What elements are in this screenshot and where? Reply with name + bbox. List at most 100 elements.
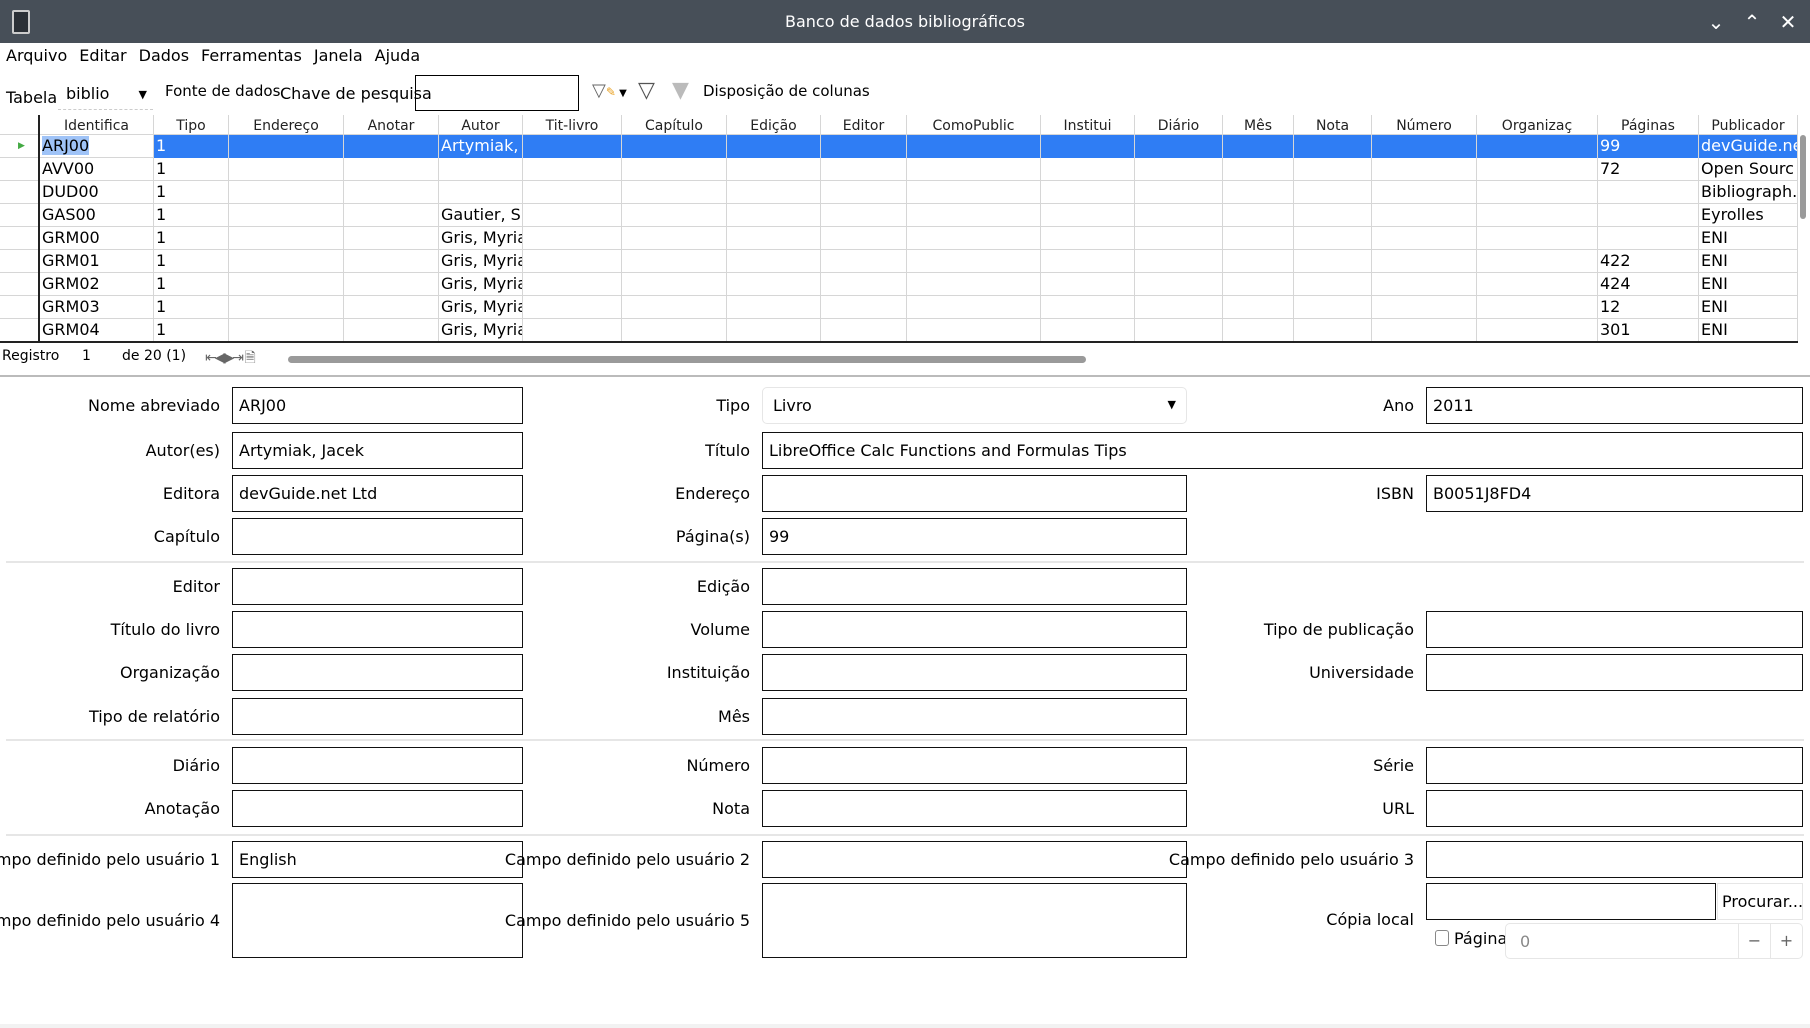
- table-cell[interactable]: devGuide.ne: [1699, 135, 1798, 158]
- table-cell[interactable]: GRM04: [40, 319, 154, 341]
- standard-filter-icon[interactable]: ▽: [638, 78, 655, 103]
- campo-definido-pelo-usuario-2-input[interactable]: [762, 841, 1187, 878]
- table-row[interactable]: GRM02 1 Gris, Myria 424 ENI: [0, 273, 1798, 296]
- table-row[interactable]: DUD00 1 Bibliograph.: [0, 181, 1798, 204]
- row-selector[interactable]: [0, 273, 40, 296]
- column-header[interactable]: Identifica: [40, 115, 154, 135]
- organizacao-input[interactable]: [232, 654, 523, 691]
- table-cell[interactable]: Eyrolles: [1699, 204, 1798, 227]
- table-cell[interactable]: DUD00: [40, 181, 154, 204]
- table-cell[interactable]: [1294, 135, 1372, 158]
- ano-input[interactable]: 2011: [1426, 387, 1803, 424]
- table-cell[interactable]: [229, 273, 344, 296]
- universidade-input[interactable]: [1426, 654, 1803, 691]
- table-cell[interactable]: [622, 319, 727, 341]
- table-cell[interactable]: Gautier, S: [439, 204, 523, 227]
- tipo-select[interactable]: Livro ▼: [762, 387, 1187, 424]
- column-header[interactable]: Páginas: [1598, 115, 1699, 135]
- table-cell[interactable]: 424: [1598, 273, 1699, 296]
- table-cell[interactable]: [1135, 319, 1223, 341]
- table-cell[interactable]: [1477, 319, 1598, 341]
- table-cell[interactable]: [1041, 273, 1135, 296]
- new-record-icon[interactable]: 🗎: [244, 350, 255, 366]
- table-cell[interactable]: GRM01: [40, 250, 154, 273]
- table-cell[interactable]: [821, 158, 907, 181]
- table-cell[interactable]: [344, 135, 439, 158]
- table-cell[interactable]: [1041, 319, 1135, 341]
- editora-input[interactable]: devGuide.net Ltd: [232, 475, 523, 512]
- table-cell[interactable]: [821, 227, 907, 250]
- table-cell[interactable]: [344, 227, 439, 250]
- table-cell[interactable]: [229, 296, 344, 319]
- page-checkbox[interactable]: [1435, 930, 1449, 946]
- table-cell[interactable]: [1294, 158, 1372, 181]
- table-cell[interactable]: [907, 273, 1041, 296]
- numero-input[interactable]: [762, 747, 1187, 784]
- column-header[interactable]: ComoPublic: [907, 115, 1041, 135]
- column-header[interactable]: Editor: [821, 115, 907, 135]
- table-cell[interactable]: [1294, 204, 1372, 227]
- table-cell[interactable]: [229, 135, 344, 158]
- table-cell[interactable]: [821, 273, 907, 296]
- table-cell[interactable]: [727, 319, 821, 341]
- table-cell[interactable]: [229, 181, 344, 204]
- column-header[interactable]: Publicador: [1699, 115, 1798, 135]
- table-cell[interactable]: [622, 158, 727, 181]
- table-cell[interactable]: [439, 158, 523, 181]
- minimize-icon[interactable]: ⌄: [1704, 10, 1728, 34]
- table-cell[interactable]: [622, 204, 727, 227]
- last-record-icon[interactable]: ⇥: [232, 350, 244, 366]
- table-cell[interactable]: [1372, 204, 1477, 227]
- pagina-s-input[interactable]: 99: [762, 518, 1187, 555]
- table-row[interactable]: AVV00 1 72 Open Sourc: [0, 158, 1798, 181]
- maximize-icon[interactable]: ⌃: [1740, 10, 1764, 34]
- table-cell[interactable]: [344, 296, 439, 319]
- table-cell[interactable]: GRM02: [40, 273, 154, 296]
- isbn-input[interactable]: B0051J8FD4: [1426, 475, 1803, 512]
- column-header[interactable]: Endereço: [229, 115, 344, 135]
- column-header[interactable]: Nota: [1294, 115, 1372, 135]
- table-cell[interactable]: [344, 204, 439, 227]
- menu-ferramentas[interactable]: Ferramentas: [201, 46, 302, 65]
- table-cell[interactable]: [344, 158, 439, 181]
- editor-input[interactable]: [232, 568, 523, 605]
- table-cell[interactable]: [907, 227, 1041, 250]
- table-cell[interactable]: [1477, 227, 1598, 250]
- table-cell[interactable]: Gris, Myria: [439, 296, 523, 319]
- row-selector[interactable]: [0, 319, 40, 341]
- table-cell[interactable]: [229, 250, 344, 273]
- row-selector[interactable]: [0, 227, 40, 250]
- table-cell[interactable]: [1223, 250, 1294, 273]
- table-cell[interactable]: [821, 135, 907, 158]
- table-cell[interactable]: 1: [154, 273, 229, 296]
- table-cell[interactable]: [727, 204, 821, 227]
- table-row[interactable]: ▶ ARJ00 1 Artymiak, 99 devGuide.ne: [0, 135, 1798, 158]
- volume-input[interactable]: [762, 611, 1187, 648]
- table-cell[interactable]: [1372, 296, 1477, 319]
- table-row[interactable]: GRM03 1 Gris, Myria 12 ENI: [0, 296, 1798, 319]
- url-input[interactable]: [1426, 790, 1803, 827]
- tipo-de-relatorio-input[interactable]: [232, 698, 523, 735]
- table-cell[interactable]: [1598, 181, 1699, 204]
- table-cell[interactable]: Open Sourc: [1699, 158, 1798, 181]
- table-cell[interactable]: [907, 158, 1041, 181]
- table-cell[interactable]: [1223, 181, 1294, 204]
- column-header[interactable]: Mês: [1223, 115, 1294, 135]
- table-cell[interactable]: [622, 273, 727, 296]
- menu-dados[interactable]: Dados: [139, 46, 189, 65]
- table-row[interactable]: GRM01 1 Gris, Myria 422 ENI: [0, 250, 1798, 273]
- table-cell[interactable]: [727, 273, 821, 296]
- table-cell[interactable]: ENI: [1699, 227, 1798, 250]
- table-cell[interactable]: [1372, 319, 1477, 341]
- table-cell[interactable]: [1223, 135, 1294, 158]
- close-icon[interactable]: ✕: [1776, 10, 1800, 34]
- table-cell[interactable]: [1135, 158, 1223, 181]
- next-record-icon[interactable]: ▶: [224, 350, 235, 366]
- table-cell[interactable]: Gris, Myria: [439, 250, 523, 273]
- table-cell[interactable]: [821, 181, 907, 204]
- table-cell[interactable]: [344, 181, 439, 204]
- table-cell[interactable]: [1041, 181, 1135, 204]
- table-cell[interactable]: [523, 181, 622, 204]
- capitulo-input[interactable]: [232, 518, 523, 555]
- table-cell[interactable]: [1477, 204, 1598, 227]
